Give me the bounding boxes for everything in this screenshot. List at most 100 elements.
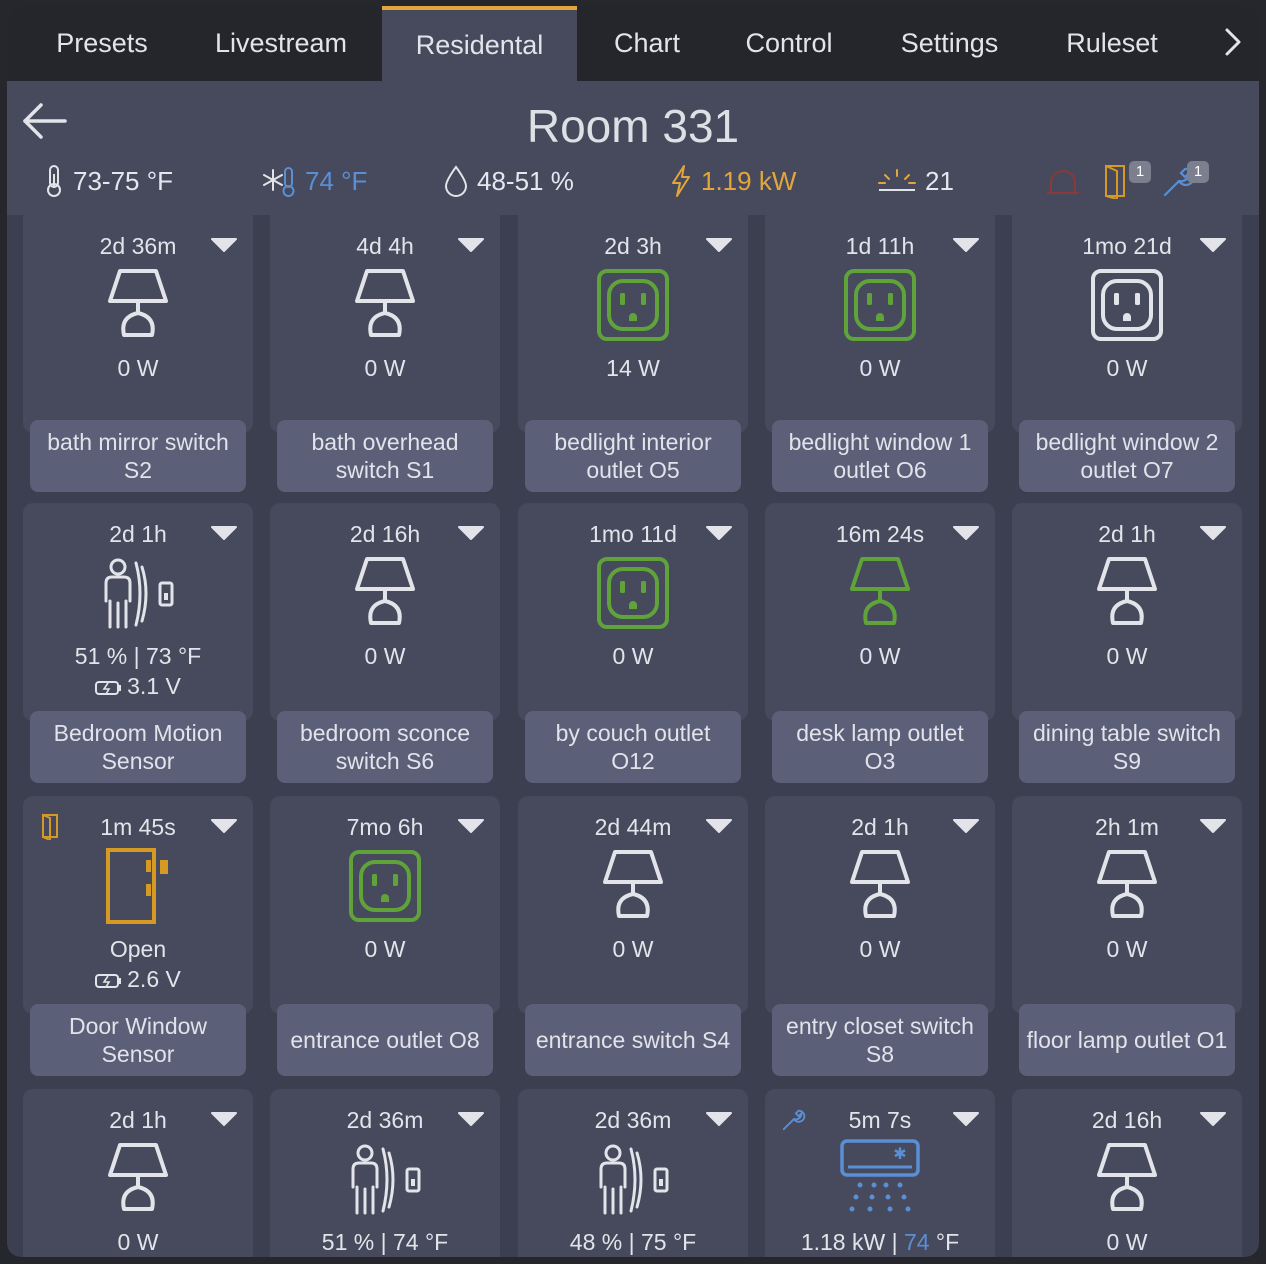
app-frame: Presets Livestream Residental Chart Cont… (7, 6, 1259, 1257)
device-name-label[interactable]: entrance switch S4 (525, 1004, 741, 1076)
device-card[interactable]: 2d 36m 51 % | 74 °F (270, 1089, 500, 1257)
device-name-label[interactable]: Door Window Sensor (30, 1004, 246, 1076)
device-card[interactable]: 2d 1h 51 % | 73 °F 3.1 V (23, 503, 253, 721)
device-name-label[interactable]: bedroom sconce switch S6 (277, 711, 493, 783)
chevron-down-icon[interactable] (1200, 1111, 1226, 1127)
chevron-down-icon[interactable] (458, 525, 484, 541)
device-card[interactable]: 2d 36m 48 % | 75 °F (518, 1089, 748, 1257)
outlet-on-icon (349, 850, 421, 922)
tab-residental[interactable]: Residental (382, 6, 577, 81)
tab-bar: Presets Livestream Residental Chart Cont… (7, 6, 1259, 81)
device-name-label[interactable]: bath overhead switch S1 (277, 420, 493, 492)
motion-sensor-icon (104, 558, 174, 629)
chevron-down-icon[interactable] (458, 1111, 484, 1127)
device-value: 0 W (859, 355, 901, 381)
open-door-indicator[interactable]: 1 (1103, 161, 1151, 201)
device-name-label[interactable]: by couch outlet O12 (525, 711, 741, 783)
chevron-down-icon[interactable] (953, 525, 979, 541)
tab-chart[interactable]: Chart (592, 6, 702, 81)
device-card[interactable]: 7mo 6h 0 W (270, 796, 500, 1014)
humidity-range: 48-51 % (477, 166, 574, 196)
device-card[interactable]: 2d 16h 0 W (1012, 1089, 1242, 1257)
power-value: 1.19 kW (701, 166, 797, 196)
power-stat: 1.19 kW (669, 163, 796, 199)
chevron-down-icon[interactable] (458, 237, 484, 253)
device-name-label[interactable]: entry closet switch S8 (772, 1004, 988, 1076)
chevron-down-icon[interactable] (1200, 818, 1226, 834)
chevron-down-icon[interactable] (1200, 525, 1226, 541)
device-card[interactable]: 2d 3h 14 W (518, 207, 748, 433)
device-name-label[interactable]: bath mirror switch S2 (30, 420, 246, 492)
door-count-badge: 1 (1129, 161, 1151, 183)
lamp-on-icon (850, 557, 910, 625)
chevron-down-icon[interactable] (1200, 237, 1226, 253)
device-name-label[interactable]: dining table switch S9 (1019, 711, 1235, 783)
device-value: 0 W (1106, 643, 1148, 669)
device-card[interactable]: 2d 1h 0 W (23, 1089, 253, 1257)
device-value: 48 % | 75 °F (569, 1229, 697, 1255)
tab-presets[interactable]: Presets (27, 6, 177, 81)
device-value: 0 W (1106, 936, 1148, 962)
lamp-icon (1097, 1143, 1157, 1211)
device-name-label[interactable]: Bedroom Motion Sensor (30, 711, 246, 783)
maintenance-indicator[interactable]: 1 (1161, 161, 1209, 201)
temperature-stat: 73-75 °F (43, 163, 173, 199)
device-value: 51 % | 74 °F (321, 1229, 449, 1255)
tab-livestream[interactable]: Livestream (195, 6, 367, 81)
room-header: Room 331 73-75 °F 74 °F 48-51 % 1.19 kW … (7, 81, 1259, 215)
chevron-down-icon[interactable] (953, 237, 979, 253)
chevron-down-icon[interactable] (211, 525, 237, 541)
lamp-icon (355, 557, 415, 625)
setpoint-stat: 74 °F (263, 163, 367, 199)
chevron-right-icon[interactable] (1215, 24, 1251, 60)
device-card[interactable]: 1mo 21d 0 W (1012, 207, 1242, 433)
device-card[interactable]: 16m 24s 0 W (765, 503, 995, 721)
device-value: 0 W (859, 643, 901, 669)
device-name-label[interactable]: bedlight interior outlet O5 (525, 420, 741, 492)
chevron-down-icon[interactable] (706, 818, 732, 834)
device-name-label[interactable]: bedlight window 2 outlet O7 (1019, 420, 1235, 492)
device-name-label[interactable]: entrance outlet O8 (277, 1004, 493, 1076)
device-card[interactable]: 2d 16h 0 W (270, 503, 500, 721)
device-card[interactable]: 2d 44m 0 W (518, 796, 748, 1014)
device-card[interactable]: 1m 45s Open 2.6 V (23, 796, 253, 1014)
temperature-range: 73-75 °F (73, 166, 174, 196)
tab-settings[interactable]: Settings (882, 6, 1017, 81)
device-card[interactable]: 1mo 11d 0 W (518, 503, 748, 721)
device-card[interactable]: 4d 4h 0 W (270, 207, 500, 433)
door-open-icon (42, 813, 58, 840)
device-name-label[interactable]: bedlight window 1 outlet O6 (772, 420, 988, 492)
device-card[interactable]: 2d 1h 0 W (765, 796, 995, 1014)
chevron-down-icon[interactable] (211, 237, 237, 253)
device-card[interactable]: 1d 11h 0 W (765, 207, 995, 433)
chevron-down-icon[interactable] (706, 237, 732, 253)
device-name-label[interactable]: desk lamp outlet O3 (772, 711, 988, 783)
ac-unit-icon: ✱ (840, 1139, 920, 1212)
battery-charging-icon (95, 974, 122, 988)
device-value: 0 W (117, 355, 159, 381)
chevron-down-icon[interactable] (953, 818, 979, 834)
device-card[interactable]: 2d 1h 0 W (1012, 503, 1242, 721)
tab-control[interactable]: Control (729, 6, 849, 81)
device-card[interactable]: 2h 1m 0 W (1012, 796, 1242, 1014)
chevron-down-icon[interactable] (706, 1111, 732, 1127)
wrench-icon (782, 1109, 806, 1131)
device-grid: 2d 36m 0 Wbath mirror switch S2 4d 4h 0 W… (7, 207, 1259, 1257)
device-name-label[interactable]: floor lamp outlet O1 (1019, 1004, 1235, 1076)
outlet-off-icon (1091, 269, 1163, 341)
device-card[interactable]: 5m 7s ✱ 1.18 kW | 74 °F (765, 1089, 995, 1257)
page-title: Room 331 (526, 100, 740, 152)
chevron-down-icon[interactable] (458, 818, 484, 834)
alarm-bell-icon[interactable] (1043, 165, 1083, 199)
outlet-on-icon (597, 269, 669, 341)
chevron-down-icon[interactable] (211, 1111, 237, 1127)
chevron-down-icon[interactable] (953, 1111, 979, 1127)
sun-horizon-icon (878, 169, 916, 191)
battery-voltage: 2.6 V (23, 966, 253, 993)
device-value: Open (109, 936, 167, 962)
chevron-down-icon[interactable] (211, 818, 237, 834)
device-card[interactable]: 2d 36m 0 W (23, 207, 253, 433)
lamp-icon (850, 850, 910, 918)
tab-ruleset[interactable]: Ruleset (1052, 6, 1172, 81)
chevron-down-icon[interactable] (706, 525, 732, 541)
